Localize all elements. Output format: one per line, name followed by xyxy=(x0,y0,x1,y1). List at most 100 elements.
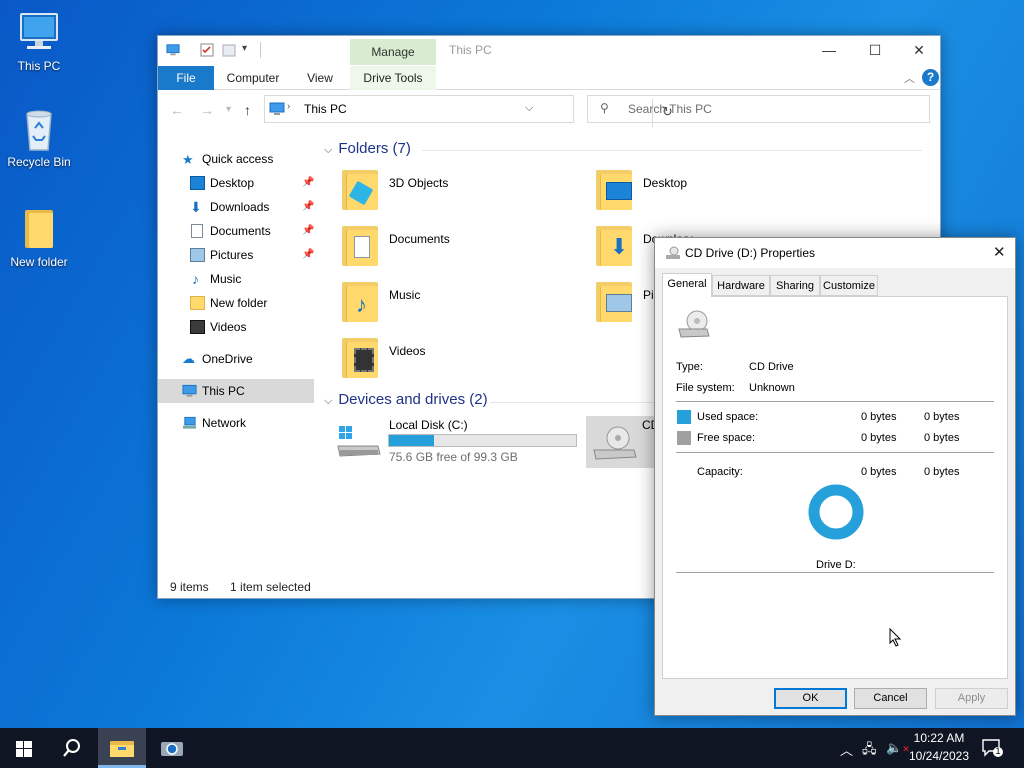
drive-free-text: 75.6 GB free of 99.3 GB xyxy=(389,450,518,464)
separator xyxy=(676,572,994,573)
pin-icon[interactable]: 📌 xyxy=(302,225,314,236)
tab-sharing[interactable]: Sharing xyxy=(770,275,820,296)
nav-label: New folder xyxy=(210,296,268,310)
collapse-chevron-icon[interactable]: ⌵ xyxy=(324,144,332,156)
search-icon xyxy=(63,739,80,757)
nav-item-pictures[interactable]: Pictures xyxy=(190,244,253,266)
folder-3d-objects-icon[interactable] xyxy=(342,168,378,210)
nav-item-videos[interactable]: Videos xyxy=(190,316,246,338)
collapse-chevron-icon[interactable]: ⌵ xyxy=(324,395,332,407)
folder-downloads-icon[interactable]: ⬇ xyxy=(596,224,632,266)
back-arrow-icon[interactable]: ← xyxy=(170,102,184,118)
up-arrow-icon[interactable]: ↑ xyxy=(244,102,251,118)
forward-arrow-icon[interactable]: → xyxy=(200,102,214,118)
drives-group-header[interactable]: ⌵ Devices and drives (2) xyxy=(324,391,488,408)
address-dropdown-icon[interactable]: ⌵ xyxy=(525,102,533,115)
general-tab-panel: Type: CD Drive File system: Unknown Used… xyxy=(662,296,1008,679)
taskbar-camera-app[interactable] xyxy=(148,728,196,768)
pin-icon[interactable]: 📌 xyxy=(302,177,314,188)
used-space-bytes: 0 bytes xyxy=(861,411,897,423)
nav-this-pc[interactable]: This PC xyxy=(182,380,245,402)
window-title: This PC xyxy=(449,43,492,57)
tab-customize[interactable]: Customize xyxy=(820,275,878,296)
show-hidden-icons-chevron-icon[interactable]: ︿ xyxy=(840,740,853,759)
folder-label[interactable]: Desktop xyxy=(643,176,687,190)
folder-desktop-icon[interactable] xyxy=(596,168,632,210)
context-tab-manage[interactable]: Manage xyxy=(350,39,436,65)
address-bar[interactable]: › This PC ⌵ ↻ xyxy=(264,95,673,127)
desktop-icon-this-pc[interactable]: This PC xyxy=(1,10,77,73)
tab-hardware[interactable]: Hardware xyxy=(712,275,770,296)
taskbar-file-explorer[interactable] xyxy=(98,728,146,768)
ok-button[interactable]: OK xyxy=(774,688,847,709)
properties-icon[interactable] xyxy=(200,43,214,57)
breadcrumb-chevron-icon[interactable]: › xyxy=(287,101,290,112)
nav-label: Music xyxy=(210,272,242,286)
breadcrumb[interactable]: This PC xyxy=(304,102,347,116)
folder-label[interactable]: Videos xyxy=(389,344,425,358)
clock-date[interactable]: 10/24/2023 xyxy=(908,749,970,763)
nav-quick-access[interactable]: ★ Quick access xyxy=(182,148,273,170)
expand-ribbon-icon[interactable]: ︿ xyxy=(904,70,915,86)
folder-documents-icon[interactable] xyxy=(342,224,378,266)
minimize-button[interactable]: — xyxy=(806,36,852,66)
search-input[interactable]: ⚲ Search This PC xyxy=(587,95,930,123)
folder-videos-icon[interactable] xyxy=(342,336,378,378)
status-bar: 9 items 1 item selected xyxy=(170,580,311,594)
tab-general[interactable]: General xyxy=(662,273,712,297)
nav-item-music[interactable]: ♪ Music xyxy=(190,268,241,290)
customize-quick-access-icon[interactable]: ▾ xyxy=(242,43,256,57)
folders-group-header[interactable]: ⌵ Folders (7) xyxy=(324,140,411,157)
nav-item-documents[interactable]: Documents xyxy=(190,220,271,242)
local-disk-icon[interactable] xyxy=(336,424,382,460)
network-status-icon[interactable]: 🖧 xyxy=(862,740,877,762)
tab-computer[interactable]: Computer xyxy=(222,66,284,90)
nav-network[interactable]: Network xyxy=(182,412,246,434)
close-icon[interactable]: ✕ xyxy=(993,243,1006,261)
nav-item-new-folder[interactable]: New folder xyxy=(190,292,267,314)
cd-drive-icon xyxy=(593,426,637,460)
nav-item-downloads[interactable]: ⬇ Downloads xyxy=(190,196,269,218)
navigation-pane: ★ Quick access Desktop 📌 ⬇ Downloads 📌 D… xyxy=(158,144,314,574)
folder-music-icon[interactable]: ♪ xyxy=(342,280,378,322)
pin-icon[interactable]: 📌 xyxy=(302,249,314,260)
file-system-value: Unknown xyxy=(749,382,795,394)
folder-pictures-icon[interactable] xyxy=(596,280,632,322)
nav-item-desktop[interactable]: Desktop xyxy=(190,172,254,194)
nav-onedrive[interactable]: ☁ OneDrive xyxy=(182,348,253,370)
nav-label: OneDrive xyxy=(202,352,253,366)
help-icon[interactable]: ? xyxy=(922,69,939,86)
action-center-button[interactable]: 1 xyxy=(982,738,1004,758)
volume-muted-icon[interactable]: 🔈✕ xyxy=(886,740,910,756)
cancel-button[interactable]: Cancel xyxy=(854,688,927,709)
computer-icon xyxy=(269,102,285,115)
title-bar: ▾ Manage This PC — ☐ ✕ xyxy=(158,36,940,66)
new-folder-icon[interactable] xyxy=(222,43,236,57)
clock-time[interactable]: 10:22 AM xyxy=(908,731,970,745)
drive-name[interactable]: Local Disk (C:) xyxy=(389,418,468,432)
desktop-icon-recycle-bin[interactable]: Recycle Bin xyxy=(1,106,77,169)
group-title: Folders (7) xyxy=(338,140,411,157)
nav-label: Desktop xyxy=(210,176,255,190)
taskbar: ︿ 🖧 🔈✕ 10:22 AM 10/24/2023 1 xyxy=(0,728,1024,768)
dialog-title-bar: CD Drive (D:) Properties ✕ xyxy=(655,238,1015,268)
recent-locations-icon[interactable]: ▾ xyxy=(226,104,231,115)
desktop-icon-new-folder[interactable]: New folder xyxy=(1,206,77,269)
tab-file[interactable]: File xyxy=(158,66,214,90)
maximize-button[interactable]: ☐ xyxy=(852,36,898,66)
folder-label[interactable]: 3D Objects xyxy=(389,176,448,190)
start-button[interactable] xyxy=(0,728,48,768)
tab-drive-tools[interactable]: Drive Tools xyxy=(350,66,436,90)
apply-button[interactable]: Apply xyxy=(935,688,1008,709)
notification-count: 1 xyxy=(995,746,1001,756)
nav-label: Network xyxy=(202,416,247,430)
windows-logo-icon xyxy=(16,741,32,757)
type-value: CD Drive xyxy=(749,361,794,373)
pin-icon[interactable]: 📌 xyxy=(302,201,314,212)
tab-view[interactable]: View xyxy=(302,66,338,90)
folder-label[interactable]: Music xyxy=(389,288,420,302)
close-button[interactable]: ✕ xyxy=(896,36,942,66)
desktop-icon-label: This PC xyxy=(17,59,61,73)
search-button[interactable] xyxy=(48,728,96,768)
folder-label[interactable]: Documents xyxy=(389,232,450,246)
